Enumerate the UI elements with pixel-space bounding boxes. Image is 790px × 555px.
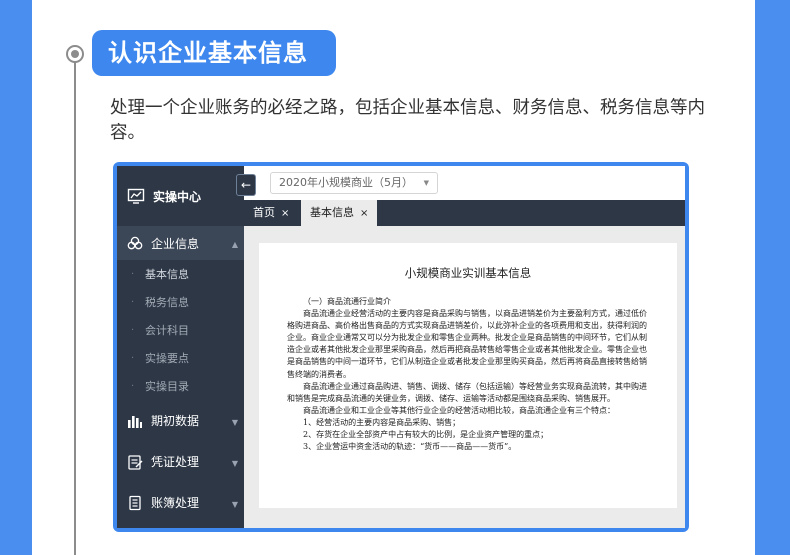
sidebar-item-tax-info[interactable]: · 税务信息 (117, 288, 244, 316)
right-frame-border (755, 0, 790, 555)
document-list-item: 2、存货在企业全部资产中占有较大的比例，是企业资产管理的重点； (303, 430, 549, 440)
document-list-item: 3、企业营运中资金活动的轨迹：“货币——商品——货币”。 (303, 442, 517, 452)
sidebar-group-vouchers[interactable]: 凭证处理 ▼ (117, 441, 244, 482)
tab-label: 基本信息 (310, 206, 354, 219)
document-title: 小规模商业实训基本信息 (404, 266, 532, 280)
period-select-value: 2020年小规模商业（5月） (279, 176, 413, 189)
sidebar-item-label: 基本信息 (145, 268, 189, 281)
tab-bar: 首页 × 基本信息 × (244, 200, 685, 226)
sidebar-group-label: 凭证处理 (151, 455, 200, 469)
left-frame-border (0, 0, 32, 555)
chevron-down-icon: ▼ (231, 459, 238, 468)
chevron-down-icon: ▼ (231, 418, 238, 427)
bullet-icon: · (131, 352, 135, 364)
top-bar: 2020年小规模商业（5月） ▼ (244, 166, 685, 200)
sidebar-group-company-info[interactable]: 企业信息 ▲ (117, 226, 244, 260)
cloud-icon (127, 236, 143, 250)
section-description: 处理一个企业账务的必经之路，包括企业基本信息、财务信息、税务信息等内容。 (110, 98, 705, 143)
timeline-node-icon (66, 45, 84, 63)
sidebar-item-label: 税务信息 (145, 296, 189, 309)
arrow-left-icon: ← (240, 178, 252, 192)
sidebar-header-label: 实操中心 (153, 189, 202, 204)
sidebar-group-label: 企业信息 (151, 236, 200, 251)
sidebar-group-label: 期初数据 (151, 414, 200, 428)
tab-basic-info[interactable]: 基本信息 × (301, 200, 377, 226)
document-paragraph: 商品流通企业通过商品购进、销售、调拨、储存（包括运输）等经营业务实现商品流转，其… (287, 381, 647, 403)
chevron-up-icon: ▲ (231, 240, 238, 249)
monitor-chart-icon (127, 188, 145, 204)
document-body: （一）商品流通行业简介 商品流通企业经营活动的主要内容是商品采购与销售，以商品进… (287, 296, 651, 453)
bullet-icon: · (131, 380, 135, 392)
document-panel: 小规模商业实训基本信息 （一）商品流通行业简介 商品流通企业经营活动的主要内容是… (259, 243, 677, 508)
sidebar: 实操中心 企业信息 ▲ · 基本信息 · 税务信息 · 会计科目 · 实操要点 … (117, 166, 244, 528)
document-section-heading: （一）商品流通行业简介 (303, 297, 391, 306)
sidebar-group-label: 账簿处理 (151, 496, 200, 510)
sidebar-item-label: 实操要点 (145, 352, 189, 365)
document-paragraph: 商品流通企业经营活动的主要内容是商品采购与销售，以商品进销差价为主要盈利方式，通… (287, 309, 647, 379)
section-title: 认识企业基本信息 (92, 30, 336, 76)
document-paragraph: 商品流通企业和工业企业等其他行业企业的经营活动相比较，商品流通企业有三个特点： (303, 405, 615, 415)
voucher-icon (128, 454, 143, 470)
sidebar-group-ledgers[interactable]: 账簿处理 ▼ (117, 482, 244, 523)
bullet-icon: · (131, 324, 135, 336)
close-icon[interactable]: × (281, 208, 289, 219)
period-select[interactable]: 2020年小规模商业（5月） ▼ (270, 172, 438, 194)
sidebar-item-label: 实操目录 (145, 380, 189, 393)
sidebar-item-accounts[interactable]: · 会计科目 (117, 316, 244, 344)
sidebar-header[interactable]: 实操中心 (117, 166, 244, 226)
ledger-icon (129, 495, 141, 510)
sidebar-item-basic-info[interactable]: · 基本信息 (117, 260, 244, 288)
bar-chart-icon (128, 415, 142, 428)
sidebar-item-label: 会计科目 (145, 324, 189, 337)
tab-label: 首页 (253, 206, 275, 219)
caret-down-icon: ▼ (423, 179, 429, 187)
close-icon[interactable]: × (360, 208, 368, 219)
collapse-sidebar-button[interactable]: ← (236, 174, 256, 196)
bullet-icon: · (131, 268, 135, 280)
chevron-down-icon: ▼ (231, 500, 238, 509)
sidebar-item-key-points[interactable]: · 实操要点 (117, 344, 244, 372)
sidebar-group-opening-data[interactable]: 期初数据 ▼ (117, 400, 244, 441)
timeline-line (74, 54, 76, 555)
screenshot-frame: 实操中心 企业信息 ▲ · 基本信息 · 税务信息 · 会计科目 · 实操要点 … (113, 162, 689, 532)
app-window: 实操中心 企业信息 ▲ · 基本信息 · 税务信息 · 会计科目 · 实操要点 … (117, 166, 685, 528)
document-list-item: 1、经营活动的主要内容是商品采购、销售； (303, 417, 461, 427)
sidebar-item-directory[interactable]: · 实操目录 (117, 372, 244, 400)
tab-home[interactable]: 首页 × (244, 200, 295, 226)
bullet-icon: · (131, 296, 135, 308)
